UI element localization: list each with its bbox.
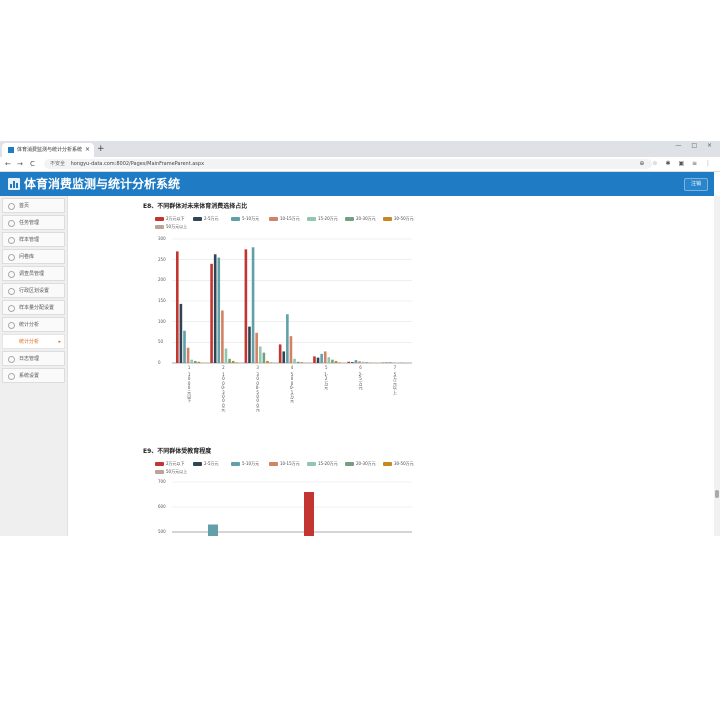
sidebar-item-settings[interactable]: 系统设置 (2, 368, 65, 383)
back-icon[interactable]: ← (5, 159, 11, 169)
sidebar-item-label: 日志管理 (19, 356, 40, 362)
sidebar-item-home[interactable]: 首页 (2, 198, 65, 213)
app-header: 体育消费监测与统计分析系统 注销 (0, 172, 714, 196)
region-icon (8, 288, 15, 295)
sample-icon (8, 237, 15, 244)
forward-icon[interactable]: → (17, 159, 23, 169)
home-icon (8, 203, 15, 210)
url-text: hongyu-data.com:8002/Pages/MainFramePare… (70, 161, 205, 167)
insecure-label[interactable]: 不安全 (50, 161, 65, 167)
questionnaire-icon (8, 254, 15, 261)
y-tick-label: 700 (158, 479, 166, 484)
browser-window: 体育消费监测与统计分析系统 × + — □ × ← → C 不安全 hongyu… (0, 141, 720, 536)
sidebar-item-label: 统计分析 (19, 339, 40, 345)
gear-icon (8, 373, 15, 380)
sidebar-item-questionnaire[interactable]: 问卷库 (2, 249, 65, 264)
favicon-icon (8, 146, 14, 153)
sidebar-item-tasks[interactable]: 任务管理 (2, 215, 65, 230)
chart-logo-icon (8, 178, 20, 190)
sidebar-item-label: 样本管理 (19, 237, 40, 243)
user-icon (8, 271, 15, 278)
window-controls[interactable]: — □ × (675, 142, 716, 149)
app-title: 体育消费监测与统计分析系统 (24, 177, 181, 191)
sidebar-item-statistics[interactable]: 统计分析 (2, 317, 65, 332)
sidebar-item-label: 问卷库 (19, 254, 35, 260)
sidebar-item-logs[interactable]: 日志管理 (2, 351, 65, 366)
browser-tab[interactable]: 体育消费监测与统计分析系统 × (2, 143, 94, 157)
logout-button[interactable]: 注销 (684, 178, 708, 191)
task-icon (8, 220, 15, 227)
sidebar-item-surveyors[interactable]: 调查员管理 (2, 266, 65, 281)
bar-chart-icon (8, 322, 15, 329)
sidebar-item-regions[interactable]: 行政区划设置 (2, 283, 65, 298)
url-input[interactable]: 不安全 hongyu-data.com:8002/Pages/MainFrame… (44, 159, 652, 169)
chevron-right-icon: ▸ (58, 339, 61, 345)
page-scrollbar[interactable] (714, 196, 720, 536)
sidebar-subitem-statistics[interactable]: 统计分析 ▸ (2, 334, 65, 349)
sidebar-item-label: 统计分析 (19, 322, 40, 328)
sidebar-item-samples[interactable]: 样本管理 (2, 232, 65, 247)
address-bar-row: ← → C 不安全 hongyu-data.com:8002/Pages/Mai… (0, 157, 720, 172)
sidebar-item-label: 行政区划设置 (19, 288, 50, 294)
sidebar: 首页 任务管理 样本管理 问卷库 调查员管理 行政区划设置 样本量分配设置 统计… (0, 196, 68, 536)
sidebar-item-label: 任务管理 (19, 220, 40, 226)
reload-icon[interactable]: C (30, 159, 35, 169)
sidebar-item-label: 样本量分配设置 (19, 305, 55, 311)
y-tick-label: 500 (158, 529, 166, 534)
sidebar-item-sample-allocation[interactable]: 样本量分配设置 (2, 300, 65, 315)
new-tab-button[interactable]: + (97, 143, 105, 155)
log-icon (8, 356, 15, 363)
bar[interactable] (208, 524, 218, 537)
chart-e9-svg (172, 481, 412, 537)
scrollbar-thumb[interactable] (715, 490, 719, 498)
sidebar-item-label: 首页 (19, 203, 30, 209)
allocation-icon (8, 305, 15, 312)
bar[interactable] (304, 492, 314, 536)
sidebar-item-label: 系统设置 (19, 373, 40, 379)
sidebar-item-label: 调查员管理 (19, 271, 45, 277)
main-content: E8、不同群体对未来体育消费选择占比 2万元以下 2-5万元 5-10万元 10-15… (68, 196, 714, 536)
y-tick-label: 600 (158, 504, 166, 509)
tab-close-icon[interactable]: × (85, 143, 90, 157)
tab-strip: 体育消费监测与统计分析系统 × + — □ × (0, 141, 720, 157)
browser-toolbar-icons[interactable]: ⊕ ☆ ✱ ▣ ≡ ⋮ (639, 159, 714, 169)
tab-title: 体育消费监测与统计分析系统 (17, 147, 83, 153)
